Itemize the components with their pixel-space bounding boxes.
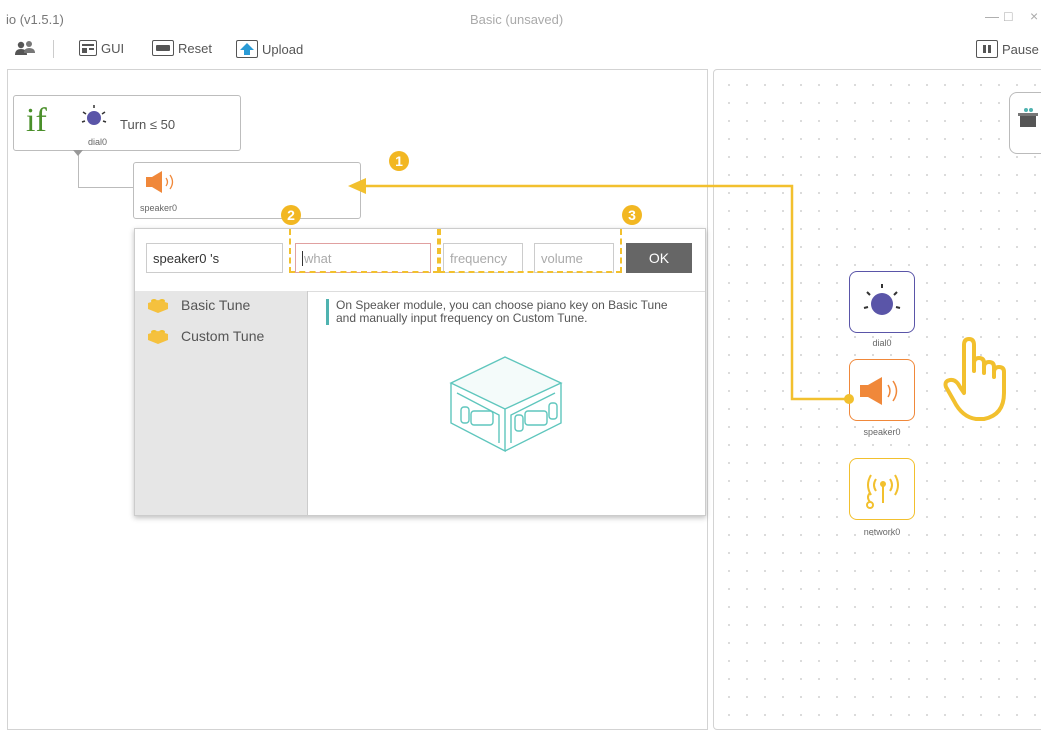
gui-button[interactable]: GUI (79, 40, 124, 56)
upload-label: Upload (262, 41, 304, 57)
close-button[interactable]: × (1030, 8, 1038, 24)
speaker-icon (146, 171, 174, 193)
speaker-module-label: speaker0 (863, 427, 901, 437)
speaker-module-illustration (449, 356, 563, 453)
ok-button[interactable]: OK (626, 243, 692, 273)
upload-button[interactable]: Upload (236, 40, 303, 58)
menu-item-label: Custom Tune (181, 328, 265, 344)
dialog-body: On Speaker module, you can choose piano … (308, 291, 705, 515)
reset-icon (152, 40, 174, 56)
module-icon (1018, 108, 1038, 127)
dial-icon (863, 284, 901, 315)
dial-module-label: dial0 (872, 338, 892, 348)
speaker-icon (860, 377, 898, 405)
network-module[interactable] (849, 458, 915, 520)
annotation-box-what (289, 229, 439, 273)
step-badge-1: 1 (389, 151, 409, 171)
connector-notch (73, 150, 83, 156)
description-text: On Speaker module, you can choose piano … (326, 299, 686, 325)
menu-item-custom-tune[interactable]: Custom Tune (147, 328, 264, 344)
network-icon (866, 474, 899, 509)
module-name-field: speaker0 's (146, 243, 283, 273)
if-condition: Turn ≤ 50 (120, 117, 176, 132)
speaker-block-label: speaker0 (140, 203, 178, 213)
pause-button[interactable]: Pause (976, 40, 1039, 58)
toolbar-separator (53, 40, 54, 58)
network-module-label: network0 (863, 527, 901, 537)
minimize-button[interactable]: — (985, 8, 999, 24)
gui-label: GUI (101, 40, 125, 56)
annotation-box-freq-volume (439, 229, 622, 273)
block-icon (148, 299, 168, 313)
pause-icon (976, 40, 998, 58)
app-title: io (v1.5.1) (6, 12, 64, 27)
gui-icon (79, 40, 97, 56)
block-connector (78, 151, 135, 188)
speaker-module[interactable] (849, 359, 915, 421)
maximize-button[interactable]: □ (1004, 8, 1012, 24)
menu-item-basic-tune[interactable]: Basic Tune (147, 297, 250, 313)
speaker-block[interactable]: speaker0 (133, 162, 361, 219)
reset-button[interactable]: Reset (152, 40, 212, 56)
pause-label: Pause (1002, 41, 1039, 57)
block-icon (148, 330, 168, 344)
tune-menu: Basic Tune Custom Tune (135, 291, 308, 515)
step-badge-2: 2 (281, 205, 301, 225)
hand-pointer-icon (943, 337, 1006, 421)
users-button[interactable] (14, 40, 36, 56)
if-keyword: if (26, 102, 47, 139)
document-title: Basic (unsaved) (470, 12, 564, 27)
menu-item-label: Basic Tune (181, 297, 251, 313)
reset-label: Reset (178, 40, 212, 56)
users-icon (15, 41, 35, 55)
upload-icon (236, 40, 258, 58)
dial-icon (81, 105, 107, 125)
step-badge-3: 3 (622, 205, 642, 225)
toolbar: GUI Reset Upload Pause (0, 36, 1041, 64)
partial-module[interactable] (1009, 92, 1041, 154)
dial-module[interactable] (849, 271, 915, 333)
if-dial-label: dial0 (88, 137, 108, 147)
